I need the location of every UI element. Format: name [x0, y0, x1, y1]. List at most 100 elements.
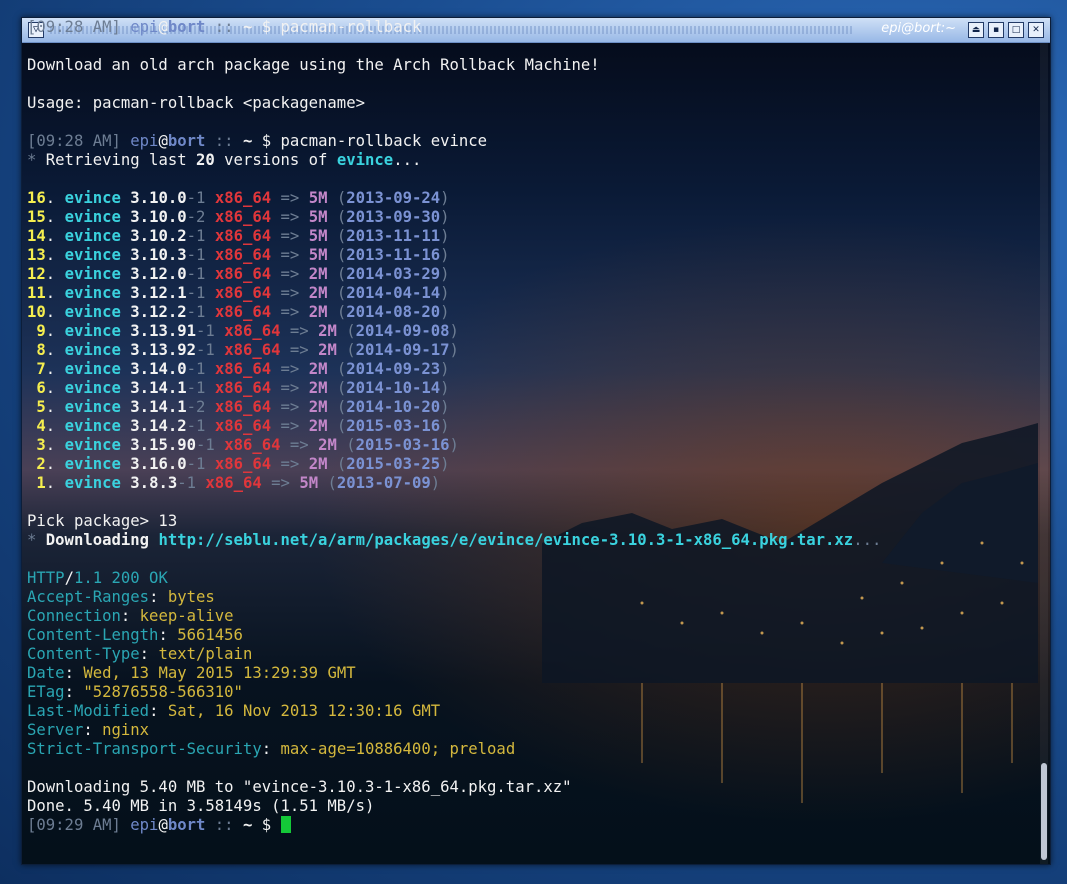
header-value: 5661456 — [177, 626, 243, 644]
text-span — [328, 265, 337, 283]
version-row: 13. evince 3.10.3-1 x86_64 => 5M (2013-1… — [27, 246, 1038, 265]
version-number: 3.14.2 — [130, 417, 187, 435]
version-release: -1 — [186, 284, 206, 302]
header-line: Server: nginx — [27, 721, 1038, 740]
paren: ) — [440, 398, 450, 416]
version-row: 4. evince 3.14.2-1 x86_64 => 2M (2015-03… — [27, 417, 1038, 436]
text-span — [271, 246, 280, 264]
text-span — [121, 398, 130, 416]
version-arrow: => — [280, 379, 300, 397]
version-size: 2M — [308, 398, 328, 416]
version-pkg: evince — [64, 360, 121, 378]
prompt-bracket: ] — [111, 18, 121, 36]
text-span — [205, 303, 214, 321]
version-size: 2M — [308, 360, 328, 378]
version-release: -1 — [186, 189, 206, 207]
version-release: -1 — [177, 474, 197, 492]
paren: ( — [336, 246, 347, 264]
text-span: . — [45, 303, 65, 321]
version-release: -1 — [196, 322, 215, 340]
version-arrow: => — [280, 284, 300, 302]
download-line: * Downloading http://seblu.net/a/arm/pac… — [27, 531, 1038, 550]
text-span — [271, 284, 280, 302]
text-span — [271, 132, 280, 150]
done-line: Done. 5.40 MB in 3.58149s (1.51 MB/s) — [27, 797, 1038, 816]
text-span — [290, 474, 299, 492]
header-value: max-age=10886400; preload — [280, 740, 516, 758]
paren: ) — [440, 246, 450, 264]
text-span — [271, 265, 280, 283]
terminal-cursor[interactable] — [280, 816, 291, 833]
text-span — [121, 284, 130, 302]
version-number: 3.12.1 — [130, 284, 187, 302]
version-arch: x86_64 — [214, 265, 272, 283]
version-row: 14. evince 3.10.2-1 x86_64 => 5M (2013-1… — [27, 227, 1038, 246]
text-span — [121, 227, 130, 245]
version-number: 3.14.0 — [130, 360, 187, 378]
text-span: . — [45, 417, 65, 435]
paren: ( — [336, 189, 347, 207]
version-size: 5M — [308, 189, 328, 207]
text-span — [205, 284, 214, 302]
paren: ( — [336, 227, 347, 245]
text-span — [205, 265, 214, 283]
version-date: 2014-10-14 — [346, 379, 441, 397]
version-date: 2013-11-16 — [346, 246, 441, 264]
paren: ( — [346, 341, 356, 359]
command-text: pacman-rollback evince — [280, 132, 488, 150]
version-date: 2015-03-16 — [355, 436, 450, 454]
version-date: 2014-09-17 — [355, 341, 450, 359]
version-date: 2014-03-29 — [346, 265, 441, 283]
version-pkg: evince — [64, 398, 121, 416]
retrieve-dots: ... — [393, 151, 422, 169]
paren: ) — [440, 284, 450, 302]
text-span — [205, 227, 214, 245]
scrollbar-thumb[interactable] — [1041, 763, 1047, 860]
version-release: -1 — [186, 417, 206, 435]
version-arrow: => — [280, 398, 300, 416]
paren: ) — [430, 474, 441, 492]
version-row: 15. evince 3.10.0-2 x86_64 => 5M (2013-0… — [27, 208, 1038, 227]
version-number: 3.14.1 — [130, 379, 187, 397]
version-pkg: evince — [64, 322, 121, 340]
text-span — [121, 322, 130, 340]
text-span — [271, 417, 280, 435]
version-arch: x86_64 — [214, 455, 272, 473]
done-text: Done. 5.40 MB in 3.58149s (1.51 MB/s) — [27, 797, 375, 815]
http-status: 1.1 200 OK — [73, 569, 168, 587]
text-span — [337, 341, 346, 359]
version-index: 5 — [27, 398, 46, 416]
version-arrow: => — [289, 341, 309, 359]
paren: ) — [440, 189, 450, 207]
version-row: 2. evince 3.16.0-1 x86_64 => 2M (2015-03… — [27, 455, 1038, 474]
prompt-time: 09:28 AM — [36, 132, 112, 150]
header-key: Last-Modified — [27, 702, 150, 720]
prompt-at: @ — [158, 18, 168, 36]
text-span: : — [139, 645, 159, 663]
version-index: 12 — [27, 265, 46, 283]
text-span — [271, 816, 280, 834]
version-number: 3.8.3 — [130, 474, 178, 492]
version-row: 5. evince 3.14.1-2 x86_64 => 2M (2014-10… — [27, 398, 1038, 417]
text-span — [121, 474, 130, 492]
version-release: -2 — [186, 208, 206, 226]
scrollbar[interactable] — [1040, 43, 1048, 864]
text-span — [271, 379, 280, 397]
header-line: Last-Modified: Sat, 16 Nov 2013 12:30:16… — [27, 702, 1038, 721]
text-span: . — [45, 208, 65, 226]
header-key: Strict-Transport-Security — [27, 740, 262, 758]
text-span — [205, 379, 214, 397]
prompt-line: [09:29 AM] epi@bort :: ~ $ — [27, 816, 1038, 835]
paren: ( — [336, 284, 347, 302]
text-span: : — [120, 607, 140, 625]
version-index: 8 — [27, 341, 46, 359]
text-span: . — [45, 474, 65, 492]
version-release: -2 — [186, 398, 206, 416]
version-index: 14 — [27, 227, 46, 245]
text-span — [337, 436, 346, 454]
prompt-cwd: ~ — [242, 18, 253, 36]
text-span — [271, 208, 280, 226]
paren: ( — [336, 455, 347, 473]
version-pkg: evince — [64, 341, 121, 359]
